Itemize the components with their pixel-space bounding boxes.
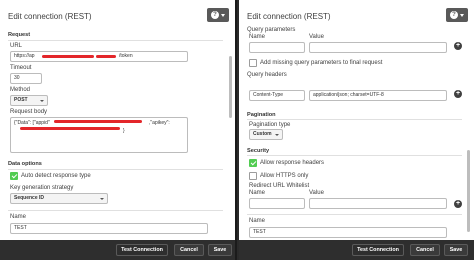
qp-name-input[interactable] xyxy=(249,42,305,53)
query-headers-label: Query headers xyxy=(247,72,287,78)
scrollbar[interactable] xyxy=(467,150,470,232)
name-input[interactable]: TEST xyxy=(249,227,447,238)
chevron-down-icon xyxy=(460,13,464,17)
add-missing-label: Add missing query parameters to final re… xyxy=(260,60,383,66)
redirect-whitelist-label: Redirect URL Whitelist xyxy=(249,183,310,189)
redirect-name-input[interactable] xyxy=(249,198,305,209)
timeout-label: Timeout xyxy=(10,65,32,71)
dialog-header: Edit connection (REST) ? xyxy=(0,0,235,30)
help-icon: ? xyxy=(211,11,219,19)
qp-value-column: Value xyxy=(309,34,324,40)
keygen-value: Sequence ID xyxy=(14,195,45,201)
url-value-start: https://ap xyxy=(14,53,35,59)
save-button[interactable]: Save xyxy=(208,244,232,256)
redirect-value-input[interactable] xyxy=(309,198,447,209)
dialog-title: Edit connection (REST) xyxy=(247,12,331,21)
method-value: POST xyxy=(14,97,28,103)
qp-name-column: Name xyxy=(249,34,266,40)
divider xyxy=(8,210,223,211)
help-button[interactable]: ? xyxy=(446,8,468,22)
redirect-value-column: Value xyxy=(309,190,324,196)
auto-detect-label: Auto detect response type xyxy=(21,173,91,179)
method-label: Method xyxy=(10,87,31,93)
test-connection-button[interactable]: Test Connection xyxy=(352,244,404,256)
add-redirect-url-icon[interactable]: + xyxy=(454,200,462,208)
cancel-button[interactable]: Cancel xyxy=(174,244,204,256)
section-pagination: Pagination xyxy=(247,112,276,118)
test-connection-button[interactable]: Test Connection xyxy=(116,244,168,256)
request-body-value-end: } xyxy=(123,128,125,134)
dialog-body: Request URL https://ap /token Timeout 30… xyxy=(8,30,223,240)
chevron-down-icon xyxy=(275,134,279,136)
allow-response-headers-checkbox[interactable] xyxy=(249,159,257,167)
dialog-footer: Test Connection Cancel Save xyxy=(239,240,474,260)
chevron-down-icon xyxy=(221,13,225,17)
allow-response-headers-label: Allow response headers xyxy=(260,160,325,166)
dialog-body: Query parameters Name Value + Add missin… xyxy=(247,27,462,240)
save-button[interactable]: Save xyxy=(444,244,468,256)
redaction-mark xyxy=(20,127,120,130)
url-value-end: /token xyxy=(119,53,133,59)
keygen-select[interactable]: Sequence ID xyxy=(10,193,108,204)
add-missing-checkbox[interactable] xyxy=(249,59,257,67)
name-label: Name xyxy=(10,214,27,220)
scrollbar[interactable] xyxy=(229,56,232,118)
divider xyxy=(247,119,462,120)
allow-https-label: Allow HTTPS only xyxy=(260,173,309,179)
pagination-type-value: Custom xyxy=(253,131,272,137)
dialog-header: Edit connection (REST) ? xyxy=(239,0,474,30)
allow-https-checkbox[interactable] xyxy=(249,172,257,180)
redaction-mark xyxy=(42,55,94,58)
request-body-label: Request body xyxy=(10,109,48,115)
pagination-type-select[interactable]: Custom xyxy=(249,129,283,140)
add-query-header-icon[interactable]: + xyxy=(454,90,462,98)
name-label: Name xyxy=(249,218,266,224)
url-label: URL xyxy=(10,43,23,49)
timeout-input[interactable]: 30 xyxy=(10,73,42,84)
qh-name-input[interactable]: Content-Type xyxy=(249,90,305,101)
dialog-title: Edit connection (REST) xyxy=(8,12,92,21)
qp-value-input[interactable] xyxy=(309,42,447,53)
edit-connection-dialog-right: Edit connection (REST) ? Query parameter… xyxy=(239,0,474,260)
divider xyxy=(8,40,223,41)
section-request: Request xyxy=(8,32,31,38)
name-input[interactable]: TEST xyxy=(10,223,208,234)
redirect-name-column: Name xyxy=(249,190,266,196)
pagination-type-label: Pagination type xyxy=(249,122,291,128)
dialog-footer: Test Connection Cancel Save xyxy=(0,240,235,260)
redaction-mark xyxy=(96,55,116,58)
edit-connection-dialog-left: Edit connection (REST) ? Request URL htt… xyxy=(0,0,237,260)
cancel-button[interactable]: Cancel xyxy=(410,244,440,256)
auto-detect-checkbox[interactable] xyxy=(10,172,18,180)
keygen-label: Key generation strategy xyxy=(10,185,74,191)
section-security: Security xyxy=(247,148,270,154)
divider xyxy=(247,155,462,156)
add-query-parameter-icon[interactable]: + xyxy=(454,42,462,50)
section-data-options: Data options xyxy=(8,161,42,167)
redaction-mark xyxy=(54,120,142,123)
help-icon: ? xyxy=(450,11,458,19)
help-button[interactable]: ? xyxy=(207,8,229,22)
qh-value-input[interactable]: application/json; charset=UTF-8 xyxy=(309,90,447,101)
request-body-value-start: {"Data": ["appid" xyxy=(14,120,50,126)
request-body-value-mid: ,"apikey": xyxy=(149,120,170,126)
chevron-down-icon xyxy=(100,198,104,200)
divider xyxy=(247,214,462,215)
chevron-down-icon xyxy=(40,100,44,102)
method-select[interactable]: POST xyxy=(10,95,48,106)
divider xyxy=(8,169,223,170)
query-parameters-label: Query parameters xyxy=(247,27,296,33)
